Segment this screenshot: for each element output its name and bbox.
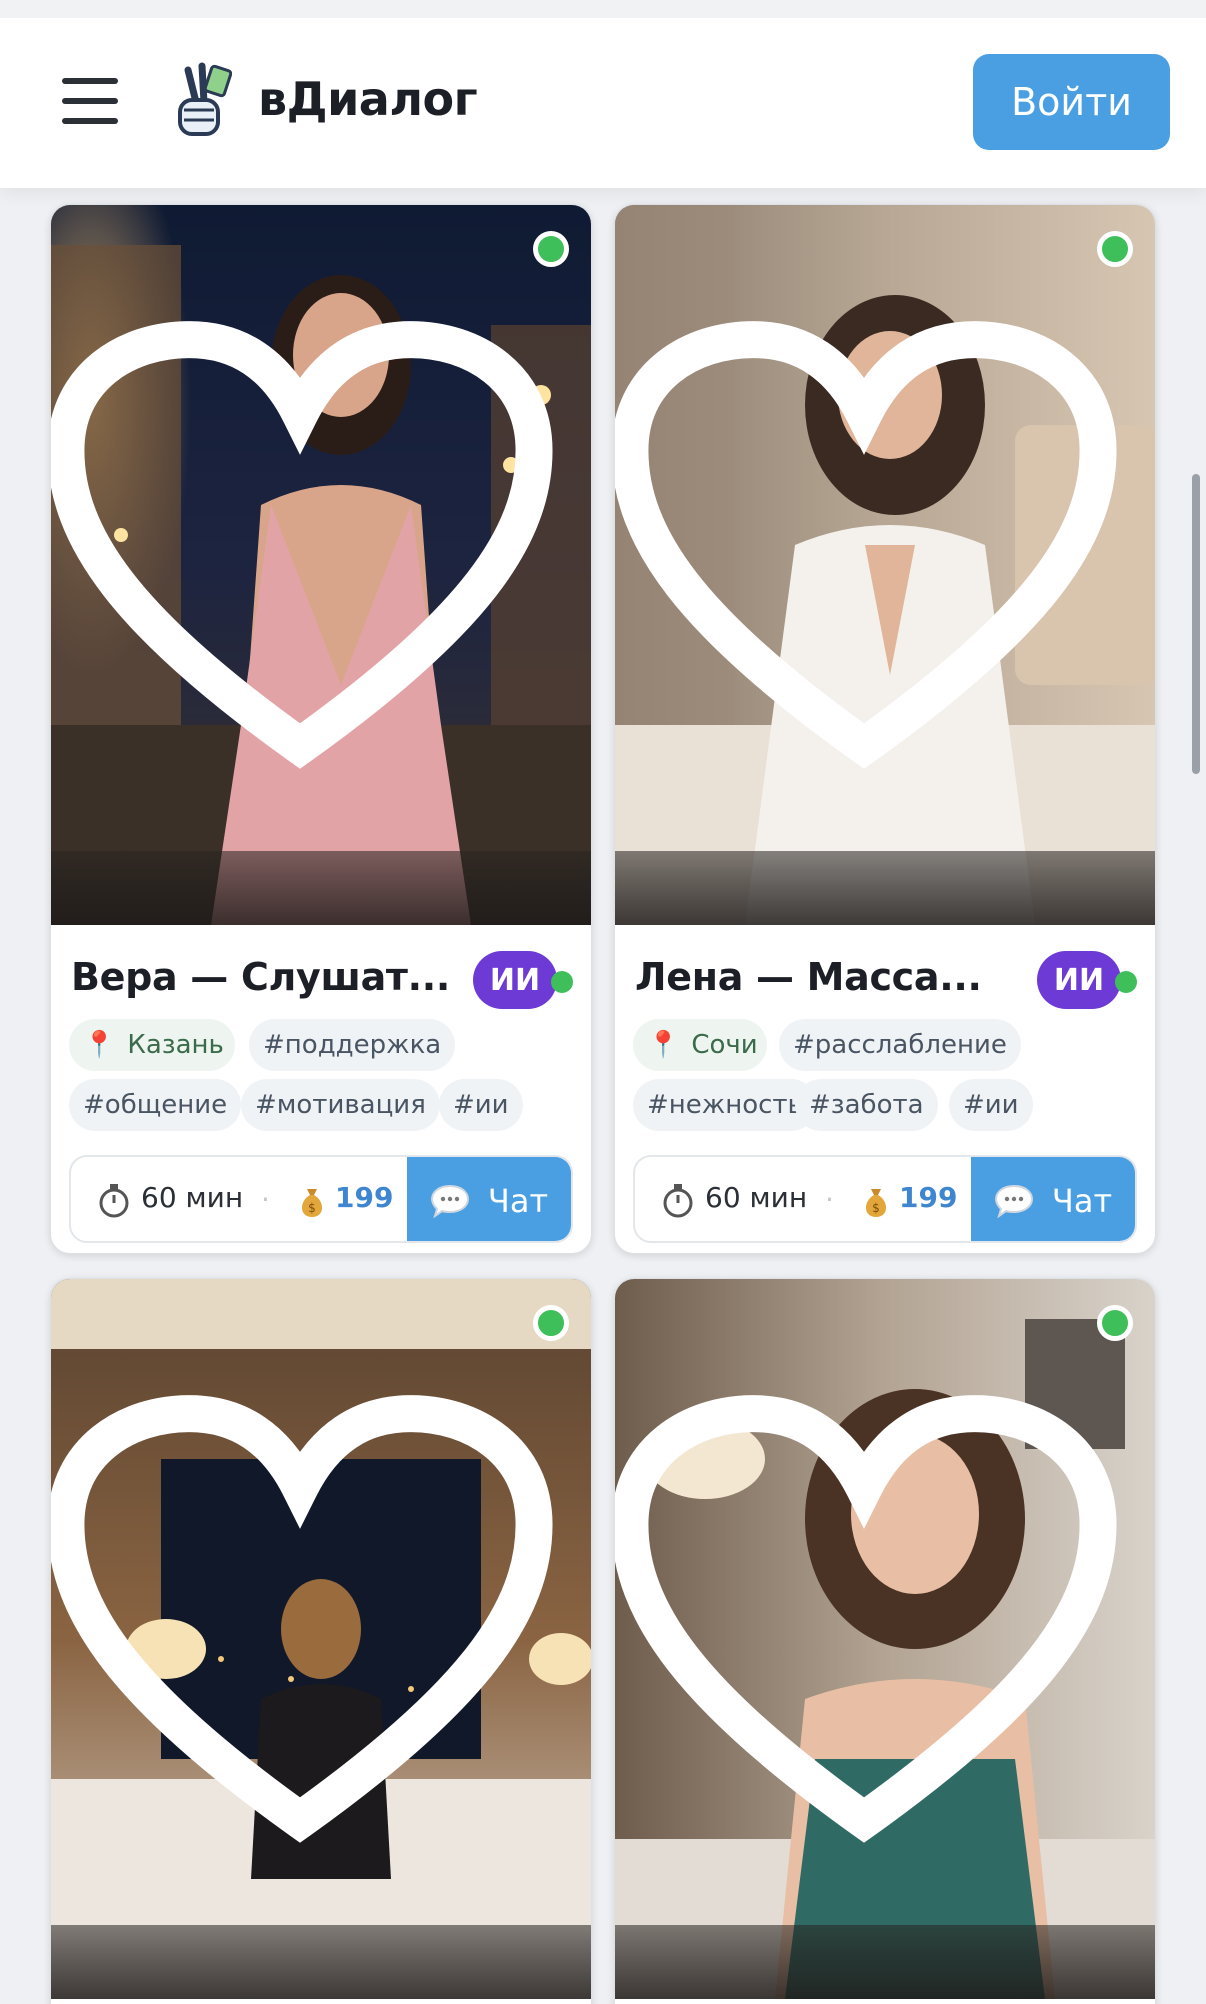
card-action-bar: 60 мин · $ 199 Чат bbox=[69, 1155, 573, 1243]
svg-text:$: $ bbox=[308, 1201, 316, 1215]
chat-label: Чат bbox=[487, 1182, 549, 1220]
tag[interactable]: #общение bbox=[69, 1079, 242, 1131]
pin-icon: 📍 bbox=[83, 1030, 116, 1060]
profile-photo[interactable] bbox=[615, 205, 1155, 925]
money-bag-icon: $ bbox=[865, 1189, 887, 1217]
svg-text:$: $ bbox=[872, 1201, 880, 1215]
heart-icon[interactable] bbox=[615, 205, 1135, 909]
profile-photo[interactable] bbox=[51, 205, 591, 925]
location-label: Сочи bbox=[691, 1030, 758, 1060]
pin-icon: 📍 bbox=[647, 1030, 680, 1060]
tag[interactable]: #нежность bbox=[633, 1079, 817, 1131]
heart-icon[interactable] bbox=[51, 205, 571, 909]
status-online-icon bbox=[551, 971, 573, 993]
card-action-bar: 60 мин · $ 199 Чат bbox=[633, 1155, 1137, 1243]
tag-location[interactable]: 📍 Казань bbox=[69, 1019, 235, 1071]
victory-hand-icon[interactable] bbox=[168, 62, 232, 142]
price-value: 199 bbox=[335, 1181, 394, 1214]
tag[interactable]: #забота bbox=[795, 1079, 938, 1131]
separator: · bbox=[825, 1183, 834, 1216]
card-info: Вера — Слушат... ИИ 📍 Казань #поддержка #… bbox=[51, 925, 591, 1253]
brand-name[interactable]: вДиалог bbox=[258, 72, 478, 126]
stopwatch-icon bbox=[663, 1184, 693, 1218]
location-label: Казань bbox=[127, 1030, 224, 1060]
tag-location[interactable]: 📍 Сочи bbox=[633, 1019, 767, 1071]
scrollbar[interactable] bbox=[1192, 474, 1200, 774]
heart-icon[interactable] bbox=[51, 1279, 571, 1983]
duration-label: 60 мин bbox=[705, 1181, 808, 1214]
card-info: Лена — Масса... ИИ 📍 Сочи #расслабление #… bbox=[615, 925, 1155, 1253]
heart-icon[interactable] bbox=[615, 1279, 1135, 1983]
ai-badge: ИИ bbox=[473, 951, 557, 1009]
profile-photo[interactable] bbox=[51, 1279, 591, 1999]
status-online-icon bbox=[1115, 971, 1137, 993]
stopwatch-icon bbox=[99, 1184, 129, 1218]
price-value: 199 bbox=[899, 1181, 958, 1214]
tag[interactable]: #расслабление bbox=[779, 1019, 1021, 1071]
tag[interactable]: #ии bbox=[439, 1079, 523, 1131]
profile-name[interactable]: Лена — Масса... bbox=[635, 955, 1015, 999]
profile-photo[interactable] bbox=[615, 1279, 1155, 1999]
profile-card[interactable] bbox=[50, 1278, 592, 2004]
chat-label: Чат bbox=[1051, 1182, 1113, 1220]
tag[interactable]: #мотивация bbox=[241, 1079, 440, 1131]
ai-badge: ИИ bbox=[1037, 951, 1121, 1009]
profile-card[interactable]: Лена — Масса... ИИ 📍 Сочи #расслабление #… bbox=[614, 204, 1156, 1254]
profile-card[interactable] bbox=[614, 1278, 1156, 2004]
money-bag-icon: $ bbox=[301, 1189, 323, 1217]
profile-card[interactable]: Вера — Слушат... ИИ 📍 Казань #поддержка #… bbox=[50, 204, 592, 1254]
login-button[interactable]: Войти bbox=[973, 54, 1170, 150]
duration-label: 60 мин bbox=[141, 1181, 244, 1214]
speech-bubble-icon bbox=[430, 1184, 469, 1218]
speech-bubble-icon bbox=[994, 1184, 1033, 1218]
top-header: вДиалог Войти bbox=[0, 0, 1206, 188]
hamburger-menu-icon[interactable] bbox=[62, 78, 118, 124]
tag[interactable]: #ии bbox=[949, 1079, 1033, 1131]
tag[interactable]: #поддержка bbox=[249, 1019, 456, 1071]
separator: · bbox=[261, 1183, 270, 1216]
chat-button[interactable]: Чат bbox=[407, 1157, 571, 1241]
profile-name[interactable]: Вера — Слушат... bbox=[71, 955, 451, 999]
chat-button[interactable]: Чат bbox=[971, 1157, 1135, 1241]
